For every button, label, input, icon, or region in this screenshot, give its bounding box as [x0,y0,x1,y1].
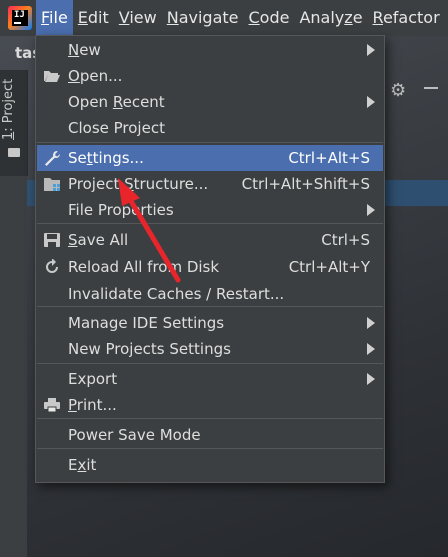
shortcut-text: Ctrl+S [321,231,370,249]
menu-file[interactable]: File [36,0,73,36]
submenu-arrow-icon [367,373,375,385]
shortcut-text: Ctrl+Alt+Shift+S [241,175,370,193]
project-structure-icon [43,176,61,192]
save-icon [43,232,61,248]
file-menu-item-label: Print... [68,396,117,414]
menu-separator [37,448,383,449]
menu-separator [37,363,383,364]
menu-separator [37,223,383,224]
print-icon [43,397,61,413]
file-menu-item-new[interactable]: New [37,37,383,63]
file-menu-item-label: New Projects Settings [68,340,231,358]
file-menu-item-save-all[interactable]: Save All Ctrl+S [37,227,383,253]
file-menu-item-reload-all-from-disk[interactable]: Reload All from Disk Ctrl+Alt+Y [37,254,383,280]
project-tool-tab-label: 1: Project [1,78,16,140]
file-menu-item-label: Project Structure... [68,175,209,193]
project-structure-icon-graphic [44,178,60,191]
file-menu-item-print[interactable]: Print... [37,392,383,418]
file-menu-item-export[interactable]: Export [37,366,383,392]
menu-separator [37,142,383,143]
submenu-arrow-icon [367,44,375,56]
file-menu-item-label: Power Save Mode [68,426,201,444]
submenu-arrow-icon [367,317,375,329]
menu-separator [37,418,383,419]
file-menu-item-label: Settings... [68,149,144,167]
file-menu-item-close-project[interactable]: Close Project [37,115,383,141]
file-menu-item-settings[interactable]: Settings... Ctrl+Alt+S [37,145,383,171]
file-menu-item-manage-ide-settings[interactable]: Manage IDE Settings [37,310,383,336]
file-menu-item-label: Exit [68,456,97,474]
print-icon-graphic [44,398,60,413]
file-menu-dropdown: New Open... Open Recent Close Project Settin… [35,35,385,483]
shortcut-text: Ctrl+Alt+Y [288,258,370,276]
file-menu-item-invalidate-caches-restart[interactable]: Invalidate Caches / Restart... [37,281,383,307]
file-menu-item-open[interactable]: Open... [37,63,383,89]
file-menu-item-power-save-mode[interactable]: Power Save Mode [37,422,383,448]
wrench-icon-graphic [45,151,60,166]
file-menu-item-label: Open... [68,67,123,85]
reload-icon [43,258,61,275]
file-menu-item-label: Export [68,370,118,388]
folder-open-icon-graphic [44,71,60,82]
minimize-icon[interactable] [424,87,438,89]
file-menu-item-project-structure[interactable]: Project Structure... Ctrl+Alt+Shift+S [37,171,383,197]
file-menu-item-label: Open Recent [68,93,165,111]
menu-navigate[interactable]: Navigate [162,0,244,36]
folder-icon [8,148,20,157]
submenu-arrow-icon [367,343,375,355]
file-menu-item-label: New [68,41,101,59]
file-menu-item-file-properties[interactable]: File Properties [37,197,383,223]
menu-refactor[interactable]: Refactor [368,0,445,36]
menu-separator [37,306,383,307]
wrench-icon [43,150,61,166]
submenu-arrow-icon [367,204,375,216]
file-menu-item-label: Reload All from Disk [68,258,220,276]
menu-code[interactable]: Code [244,0,295,36]
intellij-logo-icon: IJ [8,6,32,30]
reload-icon-graphic [46,258,58,273]
submenu-arrow-icon [367,96,375,108]
file-menu-item-exit[interactable]: Exit [37,452,383,478]
menu-edit[interactable]: Edit [73,0,114,36]
file-menu-item-open-recent[interactable]: Open Recent [37,89,383,115]
file-menu-item-label: Invalidate Caches / Restart... [68,285,285,303]
file-menu-item-label: File Properties [68,201,174,219]
save-icon-graphic [44,233,60,247]
gear-icon[interactable]: ⚙ [390,80,406,101]
folder-open-icon [43,68,61,84]
menu-view[interactable]: View [114,0,162,36]
file-menu-item-label: Manage IDE Settings [68,314,225,332]
main-menu-bar: IJ File Edit View Navigate Code Analyze Refact… [0,0,448,36]
file-menu-item-new-projects-settings[interactable]: New Projects Settings [37,336,383,362]
file-menu-item-label: Save All [68,231,129,249]
shortcut-text: Ctrl+Alt+S [288,149,370,167]
file-menu-item-label: Close Project [68,119,165,137]
menu-analyze[interactable]: Analyze [294,0,367,36]
